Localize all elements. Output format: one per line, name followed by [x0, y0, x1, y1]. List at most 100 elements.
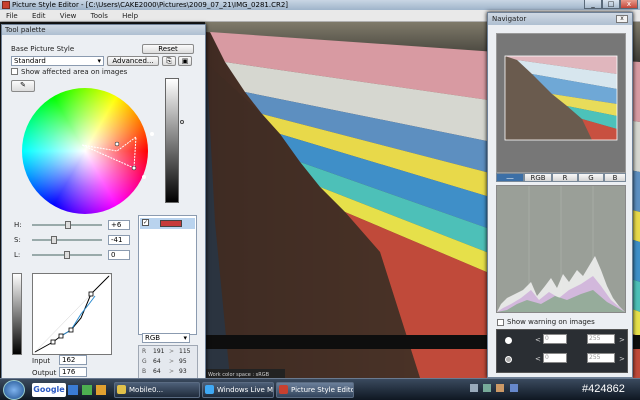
close-icon[interactable]: x	[616, 15, 628, 23]
curve-gradient-bar	[12, 273, 22, 355]
taskbar: Google Mobile0... Windows Live Mes... Pi…	[0, 378, 640, 400]
check-icon[interactable]: ✓	[142, 219, 149, 226]
warning-high-field[interactable]: 255	[587, 353, 615, 363]
arrow-icon: >	[169, 358, 175, 365]
show-warning-label: Show warning on images	[507, 318, 595, 326]
chevron-down-icon: ▾	[183, 334, 187, 342]
navigator-title: Navigator	[488, 13, 632, 25]
rgb-readout: R 191 > 115 G 64 > 95 B 64 > 93	[138, 345, 198, 379]
minimize-button[interactable]: _	[584, 0, 602, 9]
task-label: Mobile0...	[129, 386, 164, 394]
l-value-field[interactable]: 0	[108, 250, 130, 260]
menu-file[interactable]: File	[0, 10, 24, 22]
histogram	[496, 185, 626, 313]
warning-radio-2[interactable]	[505, 356, 512, 363]
gt-icon: >	[619, 355, 625, 363]
window-title: Picture Style Editor - [C:\Users\CAKE200…	[12, 1, 289, 9]
output-value-field[interactable]: 176	[59, 367, 87, 377]
task-messenger[interactable]: Windows Live Mes...	[202, 382, 274, 398]
menu-view[interactable]: View	[54, 10, 83, 22]
s-slider[interactable]	[32, 236, 102, 244]
l-label: L:	[14, 251, 21, 259]
list-item[interactable]: ✓	[140, 218, 195, 229]
system-tray	[470, 384, 580, 396]
l-slider[interactable]	[32, 251, 102, 259]
show-affected-checkbox[interactable]	[11, 68, 18, 75]
h-slider-thumb[interactable]	[65, 221, 72, 229]
readout-value: 191	[153, 348, 165, 355]
l-slider-thumb[interactable]	[64, 251, 70, 259]
advanced-button[interactable]: Advanced...	[107, 56, 159, 66]
task-mobile[interactable]: Mobile0...	[114, 382, 200, 398]
tab-rgb[interactable]: RGB	[524, 173, 552, 182]
s-slider-thumb[interactable]	[51, 236, 58, 244]
tool-palette-panel: Tool palette Base Picture Style Reset St…	[1, 24, 206, 379]
luminance-bar[interactable]	[165, 78, 179, 203]
lt-icon: <	[535, 355, 541, 363]
reset-button[interactable]: Reset	[142, 44, 194, 54]
wheel-handle-icon[interactable]	[150, 132, 154, 136]
hue-adjust-overlay[interactable]	[22, 88, 148, 214]
warning-radio-1[interactable]	[505, 337, 512, 344]
arrow-icon: >	[169, 368, 175, 375]
warning-high-field[interactable]: 255	[587, 334, 615, 344]
google-search-logo[interactable]: Google	[32, 383, 66, 397]
readout-value: 95	[179, 358, 187, 365]
arrow-icon: >	[169, 348, 175, 355]
color-list[interactable]: ✓	[138, 215, 197, 335]
readout-value: 93	[179, 368, 187, 375]
gt-icon: >	[619, 336, 625, 344]
readout-channel-b: B	[142, 368, 147, 375]
watermark-label: #424862	[582, 383, 625, 395]
readout-channel-g: G	[142, 358, 147, 365]
wheel-handle-icon[interactable]	[142, 175, 146, 179]
show-warning-checkbox[interactable]	[497, 319, 504, 326]
readout-value: 64	[153, 368, 161, 375]
app-icon	[2, 1, 10, 9]
save-icon[interactable]: ▣	[178, 56, 192, 66]
show-affected-label: Show affected area on images	[21, 68, 128, 76]
base-style-label: Base Picture Style	[11, 45, 75, 53]
h-slider[interactable]	[32, 221, 102, 229]
quicklaunch-icon[interactable]	[96, 385, 106, 395]
tab-g[interactable]: G	[578, 173, 604, 182]
histogram-plot	[497, 186, 625, 312]
menu-help[interactable]: Help	[116, 10, 144, 22]
menu-tools[interactable]: Tools	[85, 10, 114, 22]
output-label: Output	[32, 369, 57, 377]
tab-b[interactable]: B	[604, 173, 626, 182]
messenger-icon	[205, 385, 214, 394]
readout-channel-r: R	[142, 348, 147, 355]
task-label: Windows Live Mes...	[217, 386, 274, 394]
input-label: Input	[32, 357, 51, 365]
h-label: H:	[14, 221, 22, 229]
input-value-field[interactable]: 162	[59, 355, 87, 365]
open-file-icon[interactable]: ⎘	[162, 56, 176, 66]
maximize-button[interactable]: □	[602, 0, 620, 9]
s-value-field[interactable]: -41	[108, 235, 130, 245]
luminance-handle-icon[interactable]	[180, 120, 184, 124]
tool-palette-title: Tool palette	[2, 25, 205, 35]
h-value-field[interactable]: +6	[108, 220, 130, 230]
readout-value: 64	[153, 358, 161, 365]
menu-edit[interactable]: Edit	[26, 10, 52, 22]
title-bar: Picture Style Editor - [C:\Users\CAKE200…	[0, 0, 640, 10]
style-select[interactable]: Standard ▾	[11, 56, 104, 66]
navigator-thumbnail-frame[interactable]	[496, 33, 626, 173]
tone-curve-panel[interactable]	[32, 273, 112, 355]
quicklaunch-icon[interactable]	[68, 385, 78, 395]
start-button[interactable]	[3, 380, 25, 400]
navigator-thumbnail[interactable]	[497, 34, 625, 172]
tone-curve[interactable]	[32, 273, 112, 355]
close-button[interactable]: x	[620, 0, 638, 9]
lt-icon: <	[535, 336, 541, 344]
tab-r[interactable]: R	[552, 173, 578, 182]
navigator-panel: Navigator x ― RGB R G B Show warning on …	[487, 12, 633, 378]
quicklaunch-icon[interactable]	[82, 385, 92, 395]
task-picture-style-editor[interactable]: Picture Style Editor...	[276, 382, 354, 398]
warning-controls: < 0 255 > < 0 255 >	[496, 329, 628, 373]
warning-low-field[interactable]: 0	[543, 334, 567, 344]
warning-low-field[interactable]: 0	[543, 353, 567, 363]
tab-luminance[interactable]: ―	[496, 173, 524, 182]
rgb-select[interactable]: RGB ▾	[142, 333, 190, 343]
